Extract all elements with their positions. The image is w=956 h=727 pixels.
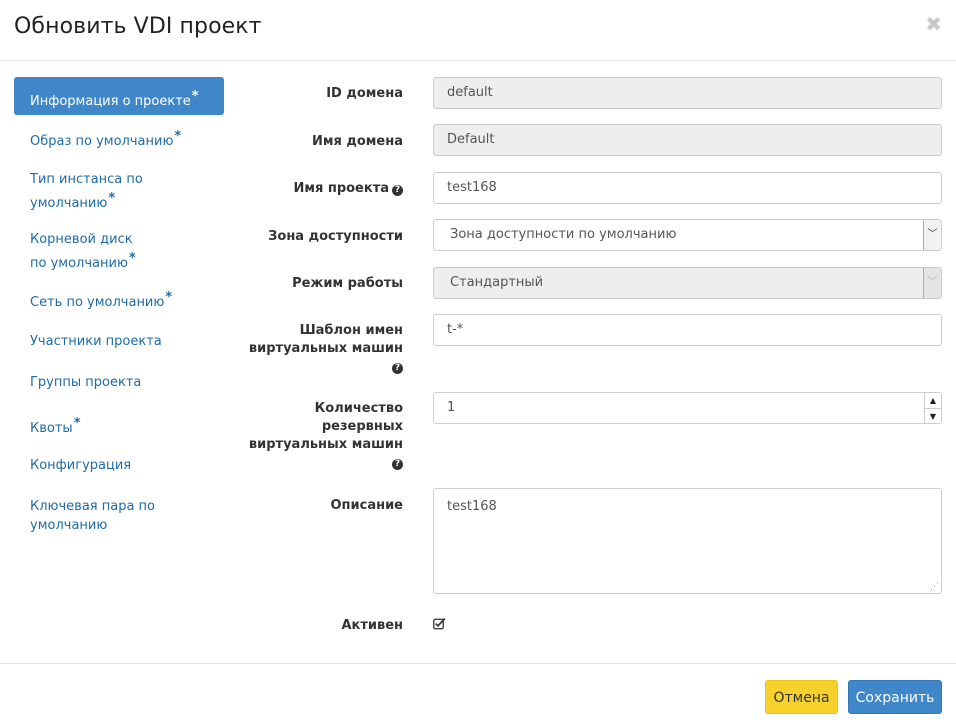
- label-line: виртуальных машин: [248, 437, 403, 452]
- cancel-button[interactable]: Отмена: [765, 680, 838, 714]
- nav-label: Информация о проекте: [30, 94, 191, 109]
- mode-select: Стандартный ﹀: [433, 267, 942, 299]
- label-project-name: Имя проекта?: [293, 180, 403, 198]
- field-value: test168: [447, 499, 497, 514]
- label-domain-id: ID домена: [326, 86, 403, 101]
- domain-id-field: default: [433, 77, 942, 109]
- field-value: Зона доступности по умолчанию: [450, 227, 677, 242]
- field-value: default: [447, 85, 493, 100]
- nav-label: Сеть по умолчанию: [30, 295, 165, 310]
- nav-label: Группы проекта: [30, 375, 142, 390]
- availability-zone-select[interactable]: Зона доступности по умолчанию ﹀: [433, 219, 942, 251]
- label-line: Шаблон имен: [299, 323, 403, 338]
- save-button[interactable]: Сохранить: [848, 680, 942, 714]
- nav-label: Тип инстанса по умолчанию: [30, 172, 143, 211]
- required-marker: *: [165, 290, 173, 305]
- label-text: Имя проекта: [293, 181, 389, 196]
- description-textarea[interactable]: test168 ⋰: [433, 488, 942, 594]
- required-marker: *: [191, 89, 199, 104]
- reserve-vm-count-stepper[interactable]: 1 ▲ ▼: [433, 392, 942, 424]
- label-active: Активен: [341, 618, 403, 633]
- label-description: Описание: [330, 498, 403, 513]
- help-icon[interactable]: ?: [392, 363, 403, 374]
- chevron-down-icon: ﹀: [923, 268, 941, 298]
- nav-label: Квоты: [30, 421, 73, 436]
- nav-label: Участники проекта: [30, 334, 162, 349]
- label-availability-zone: Зона доступности: [268, 229, 403, 244]
- help-icon[interactable]: ?: [392, 185, 403, 196]
- label-reserve-vm-count: Количество резервных виртуальных машин ?: [249, 400, 403, 472]
- nav-label: Конфигурация: [30, 458, 132, 473]
- label-domain-name: Имя домена: [311, 134, 403, 149]
- nav-label: Корневой диск по умолчанию: [30, 232, 133, 271]
- label-vm-name-template: Шаблон имен виртуальных машин ?: [249, 322, 403, 376]
- label-line: резервных: [321, 419, 403, 434]
- dialog-title: Обновить VDI проект: [14, 14, 262, 39]
- stepper-buttons: ▲ ▼: [924, 393, 941, 424]
- domain-name-field: Default: [433, 124, 942, 156]
- required-marker: *: [128, 251, 136, 266]
- active-checkbox[interactable]: [433, 617, 446, 630]
- field-value: t-*: [447, 322, 464, 337]
- required-marker: *: [174, 129, 182, 144]
- dialog-header: Обновить VDI проект ✖: [0, 0, 956, 61]
- required-marker: *: [108, 191, 116, 206]
- required-marker: *: [73, 416, 81, 431]
- chevron-down-icon[interactable]: ﹀: [923, 220, 941, 250]
- close-icon[interactable]: ✖: [925, 12, 942, 36]
- label-line: виртуальных машин: [248, 341, 403, 356]
- nav-item-project-info[interactable]: Информация о проекте*: [14, 77, 224, 115]
- resize-grip-icon[interactable]: ⋰: [930, 582, 939, 592]
- label-line: Количество: [314, 401, 403, 416]
- field-value: 1: [447, 400, 456, 415]
- nav-label: Образ по умолчанию: [30, 134, 174, 149]
- vm-name-template-input[interactable]: t-*: [433, 314, 942, 346]
- field-value: test168: [447, 180, 497, 195]
- label-mode: Режим работы: [292, 276, 403, 291]
- nav-label: Ключевая пара по умолчанию: [30, 499, 156, 533]
- field-value: Default: [447, 132, 495, 147]
- stepper-up-icon[interactable]: ▲: [924, 393, 941, 409]
- stepper-down-icon[interactable]: ▼: [924, 409, 941, 424]
- field-value: Стандартный: [450, 275, 544, 290]
- help-icon[interactable]: ?: [392, 459, 403, 470]
- project-name-input[interactable]: test168: [433, 172, 942, 204]
